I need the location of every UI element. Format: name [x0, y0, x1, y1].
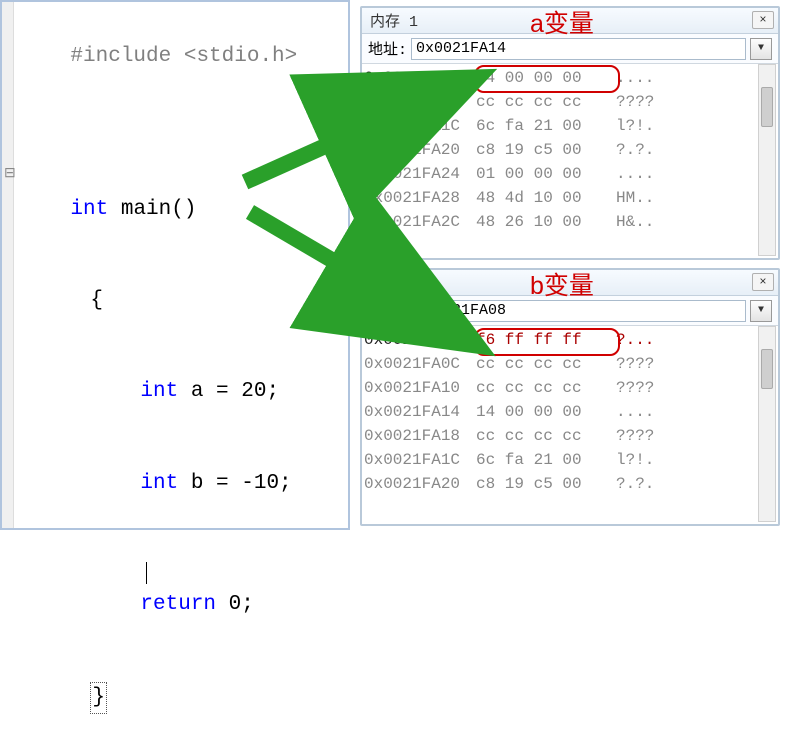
memory-row: 0x0021FA1C6c fa 21 00l?!.: [364, 448, 772, 472]
close-icon[interactable]: ×: [752, 273, 774, 291]
memory-window-1: 内存 1 × 地址: ▼ 0x0021FA1414 00 00 00.... 0…: [360, 6, 780, 260]
text-cursor: [146, 562, 147, 584]
chevron-down-icon: ▼: [758, 43, 764, 54]
memory-row: 0x0021FA1C6c fa 21 00l?!.: [364, 114, 772, 138]
collapse-icon[interactable]: ⊟: [4, 164, 16, 184]
memory1-title: 内存 1: [370, 10, 418, 31]
memory-row: 0x0021FA0Ccc cc cc cc????: [364, 352, 772, 376]
memory-row: 0x0021FA2848 4d 10 00HM..: [364, 186, 772, 210]
label-a-variable: a变量: [530, 4, 594, 40]
keyword-int: int: [70, 198, 108, 221]
code-line-return: return 0;: [2, 529, 348, 651]
scrollbar-thumb[interactable]: [761, 349, 773, 389]
memory-row: 0x0021FA18cc cc cc cc????: [364, 90, 772, 114]
dropdown-icon[interactable]: ▼: [750, 38, 772, 60]
address-label: 地址:: [368, 300, 407, 321]
memory-row: 0x0021FA1414 00 00 00....: [364, 400, 772, 424]
code-line-include: #include <stdio.h>: [2, 12, 348, 103]
main-signature: main(): [108, 198, 196, 221]
preprocessor-directive: #include <stdio.h>: [70, 45, 297, 68]
open-brace: {: [90, 289, 103, 312]
memory-row: 0x0021FA20c8 19 c5 00?.?.: [364, 472, 772, 496]
memory-window-2: 内存 2 × 地址: ▼ 0x0021FA08f6 ff ff ff?... 0…: [360, 268, 780, 526]
scrollbar-thumb[interactable]: [761, 87, 773, 127]
close-icon[interactable]: ×: [752, 11, 774, 29]
memory-row: 0x0021FA20c8 19 c5 00?.?.: [364, 138, 772, 162]
code-line-blank: [2, 103, 348, 133]
memory2-scrollbar[interactable]: [758, 326, 776, 522]
keyword-int: int: [140, 472, 178, 495]
memory2-title: 内存 2: [370, 272, 418, 293]
chevron-down-icon: ▼: [758, 305, 764, 316]
memory-row: 0x0021FA2C48 26 10 00H&..: [364, 210, 772, 234]
memory-row: 0x0021FA10cc cc cc cc????: [364, 376, 772, 400]
code-line-b: int b = -10;: [2, 438, 348, 529]
memory-row: 0x0021FA18cc cc cc cc????: [364, 424, 772, 448]
memory-row: 0x0021FA2401 00 00 00....: [364, 162, 772, 186]
address-label: 地址:: [368, 38, 407, 59]
memory2-body: 0x0021FA08f6 ff ff ff?... 0x0021FA0Ccc c…: [362, 326, 778, 498]
decl-b: b = -10;: [178, 472, 291, 495]
code-editor-pane: #include <stdio.h> ⊟ int main() { int a …: [0, 0, 350, 530]
decl-a: a = 20;: [178, 380, 279, 403]
memory-row: 0x0021FA08f6 ff ff ff?...: [364, 328, 772, 352]
close-brace: }: [90, 682, 107, 714]
label-b-variable: b变量: [530, 266, 594, 302]
memory1-body: 0x0021FA1414 00 00 00.... 0x0021FA18cc c…: [362, 64, 778, 236]
memory-row: 0x0021FA1414 00 00 00....: [364, 66, 772, 90]
code-line-a: int a = 20;: [2, 347, 348, 438]
dropdown-icon[interactable]: ▼: [750, 300, 772, 322]
editor-gutter: [2, 2, 14, 528]
memory2-address-input[interactable]: [411, 300, 746, 322]
memory1-address-input[interactable]: [411, 38, 746, 60]
keyword-int: int: [140, 380, 178, 403]
return-val: 0;: [216, 593, 254, 616]
code-line-main: ⊟ int main(): [2, 134, 348, 256]
memory1-scrollbar[interactable]: [758, 64, 776, 256]
code-line-open-brace: {: [2, 256, 348, 347]
code-line-close-brace: }: [2, 651, 348, 744]
keyword-return: return: [140, 593, 216, 616]
